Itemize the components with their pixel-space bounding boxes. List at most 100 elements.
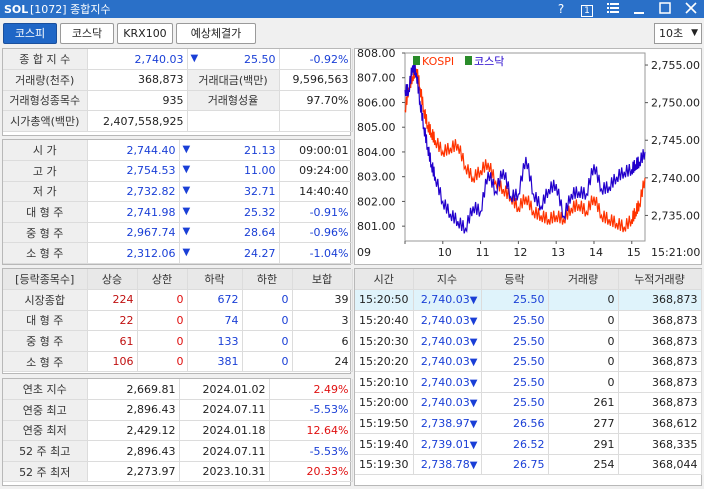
breadth-row: 소 형 주 106 0 381 0 24 [3, 351, 353, 373]
issues-label: 거래형성종목수 [3, 90, 88, 112]
market-tab-row: 코스피 코스닥 KRX100 예상체결가 10초 ▼ [0, 21, 704, 45]
down-arrow-icon: ▼ [190, 52, 199, 64]
tab-kosdaq[interactable]: 코스닥 [60, 23, 114, 44]
tick-header: 누적거래량 [618, 269, 702, 291]
extreme-label: 연중 최고 [3, 399, 88, 421]
breadth-lower: 0 [242, 351, 293, 373]
tick-change: 26.52 [481, 433, 549, 455]
tick-index: 2,738.97 [420, 416, 470, 430]
breadth-down: 74 [187, 310, 243, 332]
marketcap-value: 2,407,558,925 [87, 110, 188, 132]
price-change-cell: ▼ 21.13 [179, 140, 280, 162]
help-button[interactable]: ? [548, 2, 574, 16]
extreme-date: 2024.07.11 [179, 399, 270, 421]
extreme-rate: 20.33% [269, 461, 353, 483]
down-arrow-icon: ▼ [469, 357, 478, 369]
interval-select[interactable]: 10초 ▼ [654, 23, 702, 44]
empty-cell [187, 110, 280, 132]
tick-time: 15:19:50 [355, 413, 414, 435]
volume-value: 368,873 [87, 69, 188, 91]
tick-row[interactable]: 15:20:30 2,740.03▼ 25.50 0 368,873 [355, 330, 702, 352]
x-axis-label: 12 [513, 246, 527, 259]
tick-change: 25.50 [481, 371, 549, 394]
empty-cell [279, 110, 353, 132]
tick-row[interactable]: 15:19:50 2,738.97▼ 26.56 277 368,612 [355, 413, 702, 435]
x-axis-label: 09 [357, 246, 371, 259]
tick-cum-volume: 368,873 [618, 371, 702, 394]
price-label: 대 형 주 [3, 201, 88, 223]
breadth-label: 시장종합 [3, 289, 88, 311]
price-extra: 09:00:01 [279, 140, 353, 162]
tick-cum-volume: 368,873 [618, 330, 702, 352]
price-change-cell: ▼ 32.71 [179, 181, 280, 203]
tick-row[interactable]: 15:19:40 2,739.01▼ 26.52 291 368,335 [355, 433, 702, 455]
maximize-icon[interactable] [652, 1, 678, 17]
price-change: 28.64 [244, 226, 276, 240]
price-change-cell: ▼ 11.00 [179, 160, 280, 182]
composite-value: 2,740.03 [87, 49, 188, 71]
composite-change-cell: ▼ 25.50 [187, 49, 280, 71]
tab-expected-price[interactable]: 예상체결가 [176, 23, 256, 44]
minimize-icon[interactable] [626, 2, 652, 17]
window-title: [1072] 종합지수 [30, 3, 111, 16]
down-arrow-icon: ▼ [469, 336, 478, 348]
composite-label: 종 합 지 수 [3, 49, 88, 71]
tick-cum-volume: 368,873 [618, 392, 702, 414]
tick-time: 15:19:40 [355, 433, 414, 455]
price-label: 고 가 [3, 160, 88, 182]
formation-label: 거래형성율 [187, 90, 280, 112]
extreme-date: 2024.07.11 [179, 440, 270, 462]
breadth-header: [등락종목수] [3, 269, 88, 291]
intraday-chart[interactable]: 808.00 807.00 806.00 805.00 804.00 803.00 802.… [354, 48, 702, 265]
extreme-rate: -5.53% [269, 440, 353, 462]
title-bar: SOL [1072] 종합지수 ? 1 [0, 0, 704, 18]
price-change-cell: ▼ 24.27 [179, 242, 280, 265]
chevron-down-icon: ▼ [691, 28, 698, 38]
price-change-cell: ▼ 25.32 [179, 201, 280, 223]
breadth-lower: 0 [242, 330, 293, 352]
tab-krx100[interactable]: KRX100 [117, 23, 173, 44]
left-axis-label: 807.00 [357, 72, 396, 85]
tick-index: 2,740.03 [420, 334, 470, 348]
tick-change: 25.50 [481, 392, 549, 414]
extreme-date: 2024.01.02 [179, 379, 270, 401]
breadth-row: 중 형 주 61 0 133 0 6 [3, 330, 353, 352]
tick-index-cell: 2,740.03▼ [413, 330, 482, 352]
tick-volume: 0 [548, 330, 619, 352]
breadth-down: 133 [187, 330, 243, 352]
tick-index-cell: 2,738.78▼ [413, 454, 482, 476]
breadth-flat: 24 [292, 351, 353, 373]
right-axis-label: 2,755.00 [651, 59, 700, 72]
left-axis-label: 803.00 [357, 171, 396, 184]
tick-cum-volume: 368,873 [618, 289, 702, 311]
tick-row[interactable]: 15:20:50 2,740.03▼ 25.50 0 368,873 [355, 289, 702, 311]
tick-change: 26.75 [481, 454, 549, 476]
tick-row[interactable]: 15:20:00 2,740.03▼ 25.50 261 368,873 [355, 392, 702, 414]
menu-icon[interactable] [600, 2, 626, 16]
down-arrow-icon: ▼ [469, 439, 478, 451]
tick-volume: 0 [548, 351, 619, 373]
tab-kospi[interactable]: 코스피 [3, 23, 57, 44]
tick-time: 15:20:00 [355, 392, 414, 414]
interval-select-value: 10초 [659, 27, 684, 40]
tick-row[interactable]: 15:20:40 2,740.03▼ 25.50 0 368,873 [355, 310, 702, 332]
window-number-button[interactable]: 1 [574, 2, 600, 17]
price-row-open: 시 가 2,744.40 ▼ 21.13 09:00:01 [3, 140, 353, 162]
price-value: 2,312.06 [87, 242, 180, 265]
breadth-up: 61 [87, 330, 138, 352]
tick-row[interactable]: 15:20:20 2,740.03▼ 25.50 0 368,873 [355, 351, 702, 373]
breadth-up: 224 [87, 289, 138, 311]
close-icon[interactable] [678, 1, 704, 17]
down-arrow-icon: ▼ [182, 205, 191, 217]
tick-table-panel[interactable]: 시간 지수 등락 거래량 누적거래량 15:20:50 2,740.03▼ 25… [354, 268, 702, 486]
composite-rate: -0.92% [279, 49, 353, 71]
breadth-header: 하한 [242, 269, 293, 291]
breadth-down: 381 [187, 351, 243, 373]
extreme-value: 2,273.97 [87, 461, 180, 483]
tick-row[interactable]: 15:20:10 2,740.03▼ 25.50 0 368,873 [355, 371, 702, 394]
volume-label: 거래량(천주) [3, 69, 88, 91]
tick-row[interactable]: 15:19:30 2,738.78▼ 26.75 254 368,044 [355, 454, 702, 476]
formation-value: 97.70% [279, 90, 353, 112]
tick-index-cell: 2,740.03▼ [413, 289, 482, 311]
composite-change: 25.50 [244, 52, 276, 66]
